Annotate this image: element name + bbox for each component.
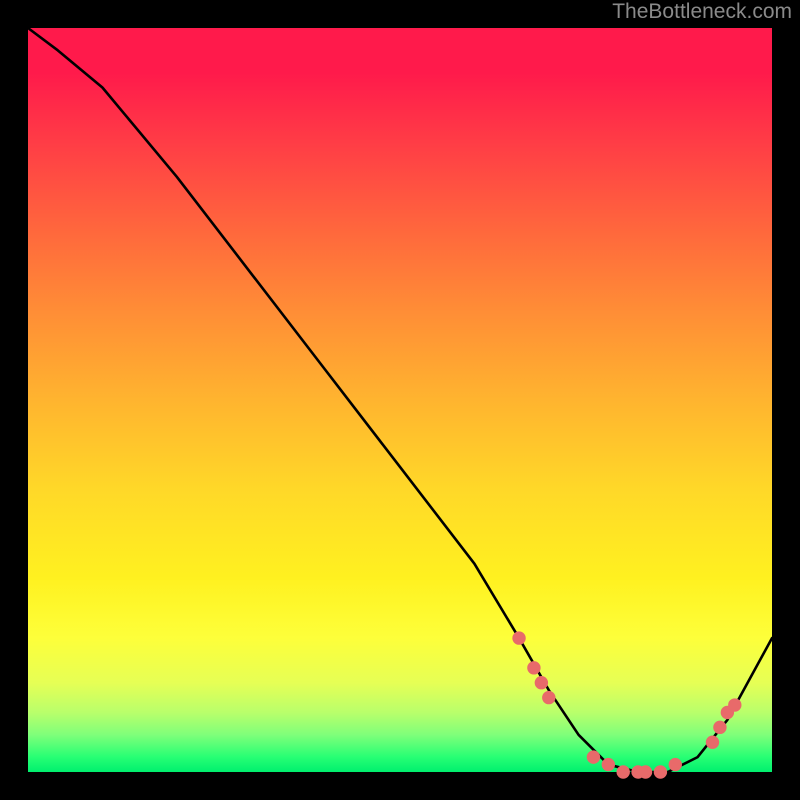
marker-bottom-5 [639, 765, 652, 778]
marker-bottom-6 [654, 765, 667, 778]
bottleneck-curve [28, 28, 772, 772]
marker-left-cluster-2 [527, 661, 540, 674]
marker-right-cluster-4 [728, 698, 741, 711]
chart-frame: TheBottleneck.com [0, 0, 800, 800]
chart-svg [28, 28, 772, 772]
marker-bottom-2 [602, 758, 615, 771]
marker-left-cluster-3 [535, 676, 548, 689]
marker-group [512, 631, 741, 778]
marker-bottom-1 [587, 750, 600, 763]
watermark-text: TheBottleneck.com [612, 0, 792, 24]
marker-bottom-7 [669, 758, 682, 771]
marker-left-cluster-1 [512, 631, 525, 644]
marker-right-cluster-2 [713, 721, 726, 734]
marker-right-cluster-1 [706, 736, 719, 749]
marker-left-cluster-4 [542, 691, 555, 704]
marker-bottom-3 [617, 765, 630, 778]
plot-area [28, 28, 772, 772]
